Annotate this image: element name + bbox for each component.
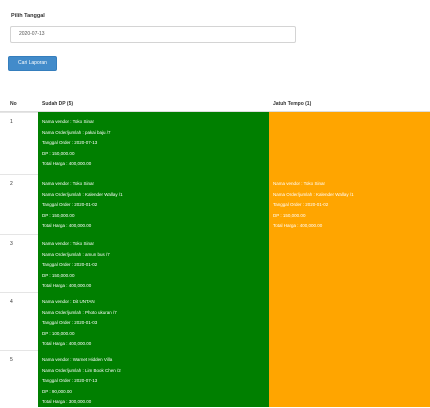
table-row: 4 Nama vendor : Dit UNTAN Nama Order/jum… <box>0 292 430 350</box>
jt-total: Total Harga : 400,000.00 <box>273 223 323 228</box>
dp-order-date: Tanggal Order : 2020-01-02 <box>42 202 98 207</box>
dp-vendor: Nama vendor : Dit UNTAN <box>42 299 95 304</box>
column-header-sudah-dp: Sudah DP (5) <box>42 101 74 107</box>
table-row: 5 Nama vendor : Warnet Hidden Villa Nama… <box>0 350 430 407</box>
jatuh-tempo-cell: Nama vendor : Toko Sinar Nama Order/juml… <box>269 174 430 234</box>
dp-total: Total Harga : 400,000.00 <box>42 341 92 346</box>
dp-order-date: Tanggal Order : 2020-01-02 <box>42 262 98 267</box>
dp-amount: DP : 150,000.00 <box>42 272 75 278</box>
dp-vendor: Nama vendor : Warnet Hidden Villa <box>42 357 113 362</box>
column-header-no: No <box>10 101 17 107</box>
table-header: No Sudah DP (5) Jatuh Tempo (1) <box>0 96 430 112</box>
table-row: 1 Nama vendor : Toko Sinar Nama Order/ju… <box>0 112 430 174</box>
sudah-dp-cell: Nama vendor : Toko Sinar Nama Order/juml… <box>38 234 269 292</box>
sudah-dp-cell: Nama vendor : Dit UNTAN Nama Order/jumla… <box>38 292 269 350</box>
sudah-dp-cell: Nama vendor : Toko Sinar Nama Order/juml… <box>38 174 269 234</box>
dp-total: Total Harga : 400,000.00 <box>42 161 92 166</box>
dp-amount: DP : 150,000.00 <box>42 212 75 218</box>
sudah-dp-cell: Nama vendor : Toko Sinar Nama Order/juml… <box>38 112 269 174</box>
row-number: 5 <box>10 357 13 363</box>
jt-order-date: Tanggal Order : 2020-01-02 <box>273 202 329 207</box>
dp-vendor: Nama vendor : Toko Sinar <box>42 119 94 124</box>
jt-order: Nama Order/jumlah : Kalender Wallay /1 <box>273 191 354 197</box>
row-number: 1 <box>10 119 13 125</box>
dp-order: Nama Order/jumlah : amun bus /7 <box>42 251 110 257</box>
dp-order: Nama Order/jumlah : Kalender Wallay /1 <box>42 191 123 197</box>
jatuh-tempo-cell <box>269 292 430 350</box>
row-number: 3 <box>10 241 13 247</box>
dp-order-date: Tanggal Order : 2020-07-13 <box>42 140 98 145</box>
jt-amount: DP : 150,000.00 <box>273 212 306 218</box>
date-input[interactable]: 2020-07-13 <box>10 26 296 43</box>
dp-order-date: Tanggal Order : 2020-01-03 <box>42 320 98 325</box>
dp-order: Nama Order/jumlah : pakai baju /7 <box>42 129 111 135</box>
dp-vendor: Nama vendor : Toko Sinar <box>42 181 94 186</box>
dp-amount: DP : 150,000.00 <box>42 150 75 156</box>
column-header-jatuh-tempo: Jatuh Tempo (1) <box>273 101 312 107</box>
jatuh-tempo-cell <box>269 234 430 292</box>
dp-vendor: Nama vendor : Toko Sinar <box>42 241 94 246</box>
jatuh-tempo-cell <box>269 112 430 174</box>
row-number: 2 <box>10 181 13 187</box>
dp-amount: DP : 90,000.00 <box>42 388 72 394</box>
dp-order: Nama Order/jumlah : Photo ukuran /7 <box>42 309 117 315</box>
dp-total: Total Harga : 400,000.00 <box>42 283 92 288</box>
table-row: 2 Nama vendor : Toko Sinar Nama Order/ju… <box>0 174 430 234</box>
dp-amount: DP : 100,000.00 <box>42 330 75 336</box>
sudah-dp-cell: Nama vendor : Warnet Hidden Villa Nama O… <box>38 350 269 407</box>
row-number: 4 <box>10 299 13 305</box>
dp-total: Total Harga : 300,000.00 <box>42 399 92 404</box>
search-report-button[interactable]: Cari Laporan <box>8 56 57 71</box>
jatuh-tempo-cell <box>269 350 430 407</box>
dp-order-date: Tanggal Order : 2020-07-13 <box>42 378 98 383</box>
dp-total: Total Harga : 400,000.00 <box>42 223 92 228</box>
table-row: 3 Nama vendor : Toko Sinar Nama Order/ju… <box>0 234 430 292</box>
date-label: Pilih Tanggal <box>11 13 45 19</box>
jt-vendor: Nama vendor : Toko Sinar <box>273 181 325 186</box>
dp-order: Nama Order/jumlah : Lim Book Chen /2 <box>42 367 121 373</box>
